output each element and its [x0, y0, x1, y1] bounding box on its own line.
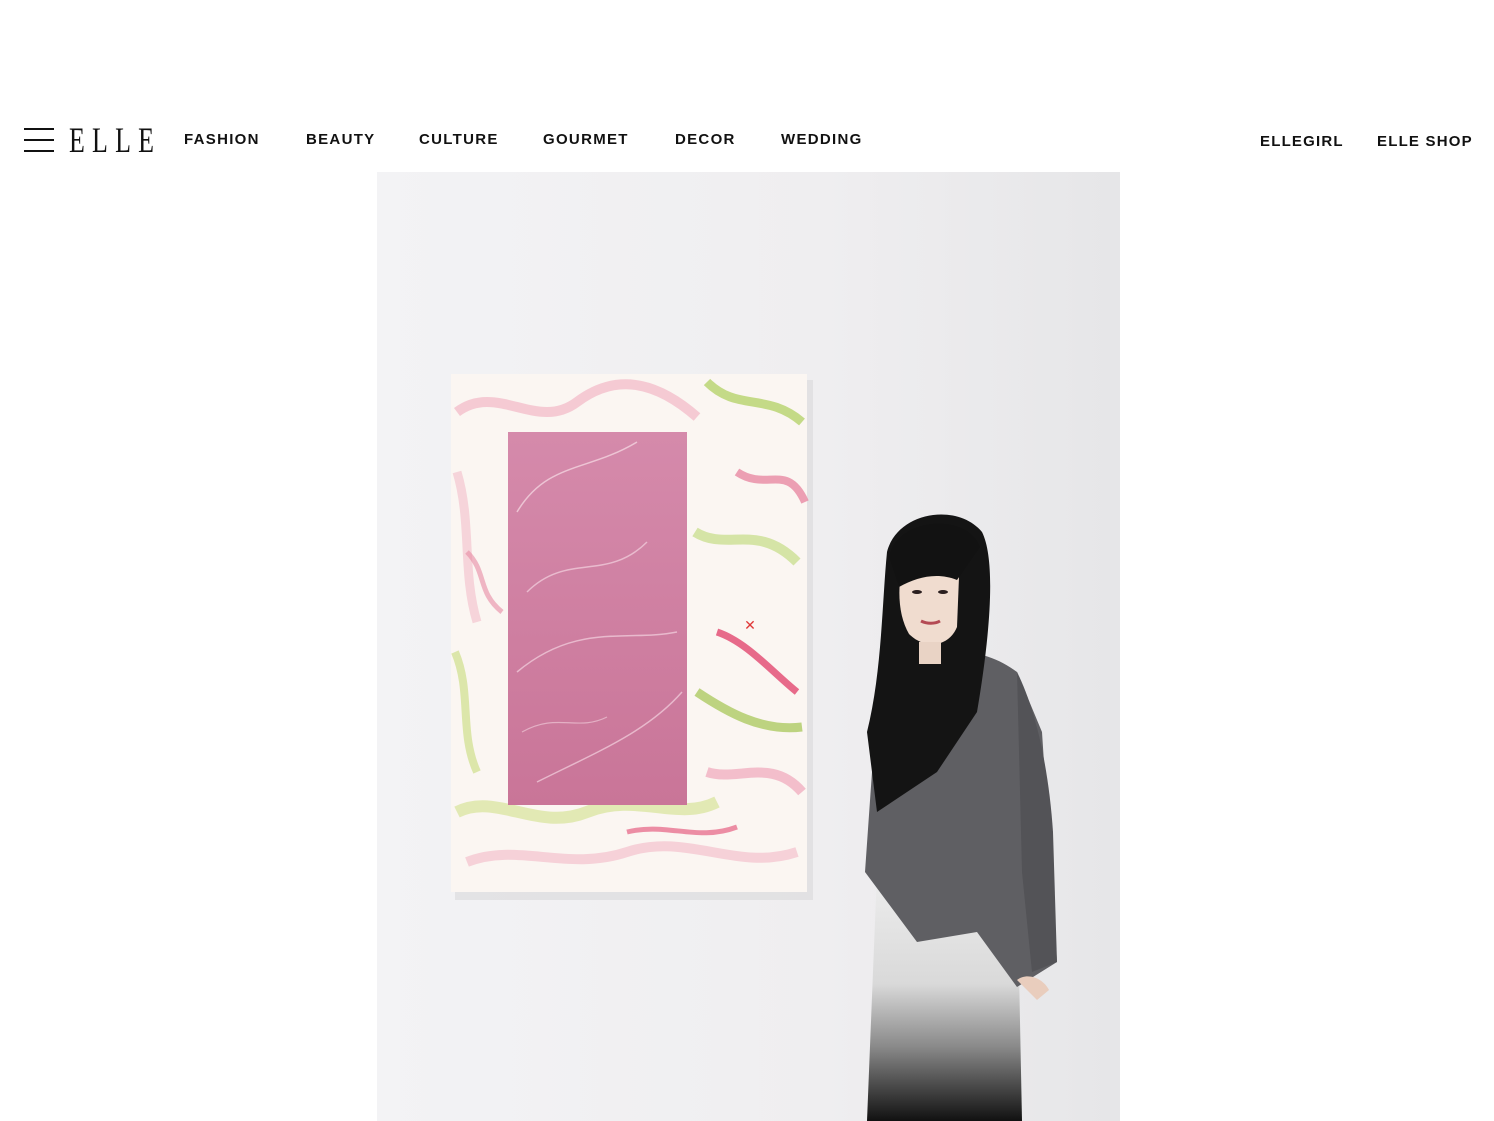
nav-fashion[interactable]: FASHION — [184, 131, 260, 148]
hamburger-line — [24, 128, 54, 130]
hero-photo — [377, 172, 1120, 1121]
pink-panel — [508, 432, 687, 805]
site-header: ELLE FASHION BEAUTY CULTURE GOURMET DECO… — [0, 0, 1494, 172]
nav-gourmet[interactable]: GOURMET — [543, 131, 629, 148]
site-logo[interactable]: ELLE — [69, 121, 161, 159]
link-ellegirl[interactable]: ELLEGIRL — [1260, 133, 1344, 150]
hamburger-line — [24, 150, 54, 152]
nav-wedding[interactable]: WEDDING — [781, 131, 863, 148]
hamburger-menu-icon[interactable] — [24, 126, 54, 154]
hamburger-line — [24, 139, 54, 141]
nav-decor[interactable]: DECOR — [675, 131, 736, 148]
link-elle-shop[interactable]: ELLE SHOP — [1377, 133, 1473, 150]
nav-beauty[interactable]: BEAUTY — [306, 131, 375, 148]
nav-culture[interactable]: CULTURE — [419, 131, 499, 148]
hero-illustration — [377, 172, 1120, 1121]
close-icon[interactable]: ✕ — [743, 619, 757, 633]
